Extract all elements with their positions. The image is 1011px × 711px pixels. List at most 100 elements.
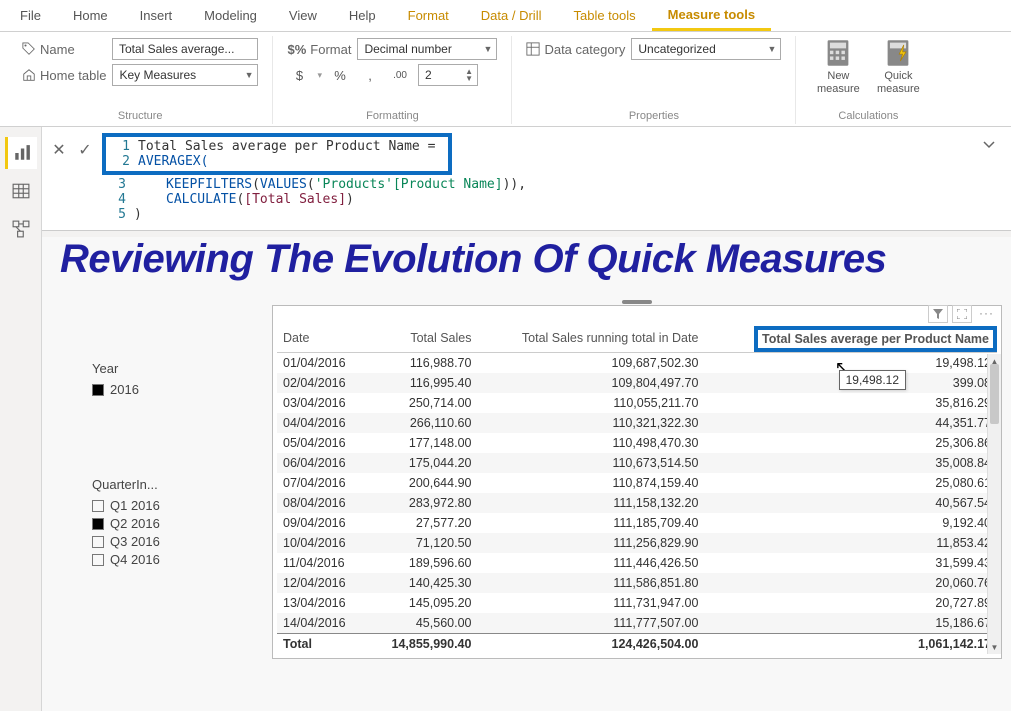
chevron-down-icon: ▼	[245, 70, 254, 80]
tab-table-tools[interactable]: Table tools	[557, 1, 651, 31]
more-options-button[interactable]: ···	[976, 305, 997, 323]
table-row[interactable]: 12/04/2016140,425.30111,586,851.8020,060…	[277, 573, 997, 593]
format-label: $% Format	[287, 42, 351, 57]
commit-formula-button[interactable]: ✓	[74, 139, 96, 161]
checkbox-icon	[92, 518, 104, 530]
new-measure-button[interactable]: New measure	[810, 38, 866, 96]
home-table-dropdown[interactable]: Key Measures ▼	[112, 64, 258, 86]
col-date[interactable]: Date	[277, 326, 367, 353]
measure-name-input[interactable]: Total Sales average...	[112, 38, 258, 60]
tab-format[interactable]: Format	[392, 1, 465, 31]
table-total-row: Total14,855,990.40124,426,504.001,061,14…	[277, 634, 997, 655]
name-label: Name	[22, 42, 106, 57]
data-category-label: Data category	[526, 42, 625, 57]
filter-icon	[933, 309, 943, 319]
quick-measure-button[interactable]: Quick measure	[870, 38, 926, 96]
chevron-down-icon: ▼	[767, 44, 776, 54]
scroll-down-button[interactable]: ▼	[988, 640, 1001, 654]
tab-file[interactable]: File	[4, 1, 57, 31]
slicer-quarter-title: QuarterIn...	[92, 477, 242, 492]
table-row[interactable]: 10/04/201671,120.50111,256,829.9011,853.…	[277, 533, 997, 553]
slicer-year-title: Year	[92, 361, 242, 376]
tab-insert[interactable]: Insert	[124, 1, 189, 31]
slicer-q1[interactable]: Q1 2016	[92, 498, 242, 513]
slicer-q4[interactable]: Q4 2016	[92, 552, 242, 567]
scroll-thumb[interactable]	[990, 364, 999, 424]
slicer-year-item-2016[interactable]: 2016	[92, 382, 242, 397]
tab-view[interactable]: View	[273, 1, 333, 31]
filter-visual-button[interactable]	[928, 305, 948, 323]
expand-formula-button[interactable]	[983, 133, 1005, 154]
table-row[interactable]: 07/04/2016200,644.90110,874,159.4025,080…	[277, 473, 997, 493]
checkbox-icon	[92, 500, 104, 512]
checkbox-icon	[92, 384, 104, 396]
col-avg-per-product[interactable]: Total Sales average per Product Name	[704, 326, 997, 353]
focus-mode-button[interactable]	[952, 305, 972, 323]
tooltip: 19,498.12	[839, 370, 906, 390]
formatting-caption: Formatting	[287, 110, 497, 124]
left-nav-rail	[0, 127, 42, 711]
thousands-separator-button[interactable]: ,	[358, 64, 382, 86]
chevron-down-icon	[983, 139, 995, 151]
tab-help[interactable]: Help	[333, 1, 392, 31]
report-canvas[interactable]: Reviewing The Evolution Of Quick Measure…	[42, 237, 1011, 711]
calculator-lightning-icon	[884, 38, 912, 68]
table-row[interactable]: 05/04/2016177,148.00110,498,470.3025,306…	[277, 433, 997, 453]
calculator-icon	[824, 38, 852, 68]
table-row[interactable]: 14/04/201645,560.00111,777,507.0015,186.…	[277, 613, 997, 634]
ribbon-tabs: File Home Insert Modeling View Help Form…	[0, 0, 1011, 32]
table-row[interactable]: 11/04/2016189,596.60111,446,426.5031,599…	[277, 553, 997, 573]
table-row[interactable]: 04/04/2016266,110.60110,321,322.3044,351…	[277, 413, 997, 433]
formula-editor[interactable]: 3KEEPFILTERS(VALUES('Products'[Product N…	[102, 175, 526, 224]
model-icon	[12, 220, 30, 238]
col-running-total[interactable]: Total Sales running total in Date	[477, 326, 704, 353]
model-view-button[interactable]	[5, 213, 37, 245]
table-row[interactable]: 09/04/201627,577.20111,185,709.409,192.4…	[277, 513, 997, 533]
calculations-caption: Calculations	[810, 110, 926, 124]
tab-data-drill[interactable]: Data / Drill	[465, 1, 558, 31]
checkbox-icon	[92, 554, 104, 566]
decimals-input[interactable]: 2 ▲▼	[418, 64, 478, 86]
ribbon-group-properties: Data category Uncategorized ▼ Properties	[512, 36, 796, 124]
page-title: Reviewing The Evolution Of Quick Measure…	[60, 237, 886, 282]
slicer-q3[interactable]: Q3 2016	[92, 534, 242, 549]
tab-home[interactable]: Home	[57, 1, 124, 31]
currency-button[interactable]: $	[287, 64, 311, 86]
report-icon	[13, 144, 31, 162]
slicer-quarter[interactable]: QuarterIn... Q1 2016 Q2 2016 Q3 2016 Q4 …	[92, 477, 242, 570]
table-row[interactable]: 08/04/2016283,972.80111,158,132.2040,567…	[277, 493, 997, 513]
format-dropdown[interactable]: Decimal number ▼	[357, 38, 497, 60]
formula-highlight: 1Total Sales average per Product Name = …	[102, 133, 452, 175]
category-icon	[526, 42, 540, 56]
table-icon	[12, 182, 30, 200]
ribbon-panel: Name Total Sales average... Home table K…	[0, 32, 1011, 127]
decimals-button[interactable]: .00	[388, 64, 412, 86]
checkbox-icon	[92, 536, 104, 548]
chevron-down-icon: ▼	[484, 44, 493, 54]
drag-handle[interactable]	[622, 300, 652, 304]
tag-icon	[22, 42, 36, 56]
tab-measure-tools[interactable]: Measure tools	[652, 1, 771, 31]
ribbon-group-structure: Name Total Sales average... Home table K…	[8, 36, 273, 124]
ribbon-group-formatting: $% Format Decimal number ▼ $ ▾ % , .00 2…	[273, 36, 512, 124]
home-icon	[22, 68, 36, 82]
table-row[interactable]: 06/04/2016175,044.20110,673,514.5035,008…	[277, 453, 997, 473]
structure-caption: Structure	[22, 110, 258, 124]
home-table-label: Home table	[22, 68, 106, 83]
tab-modeling[interactable]: Modeling	[188, 1, 273, 31]
ribbon-group-calculations: New measure Quick measure Calculations	[796, 36, 940, 124]
slicer-year[interactable]: Year 2016	[92, 361, 242, 400]
vertical-scrollbar[interactable]: ▲ ▼	[987, 354, 1001, 654]
formula-bar[interactable]: ✕ ✓ 1Total Sales average per Product Nam…	[42, 127, 1011, 231]
percent-button[interactable]: %	[328, 64, 352, 86]
table-row[interactable]: 13/04/2016145,095.20111,731,947.0020,727…	[277, 593, 997, 613]
report-view-button[interactable]	[5, 137, 37, 169]
focus-icon	[957, 309, 967, 319]
data-view-button[interactable]	[5, 175, 37, 207]
cancel-formula-button[interactable]: ✕	[48, 139, 70, 161]
slicer-q2[interactable]: Q2 2016	[92, 516, 242, 531]
table-visual[interactable]: ··· Date Total Sales Total Sales running…	[272, 305, 1002, 659]
data-category-dropdown[interactable]: Uncategorized ▼	[631, 38, 781, 60]
table-row[interactable]: 03/04/2016250,714.00110,055,211.7035,816…	[277, 393, 997, 413]
col-total-sales[interactable]: Total Sales	[367, 326, 478, 353]
